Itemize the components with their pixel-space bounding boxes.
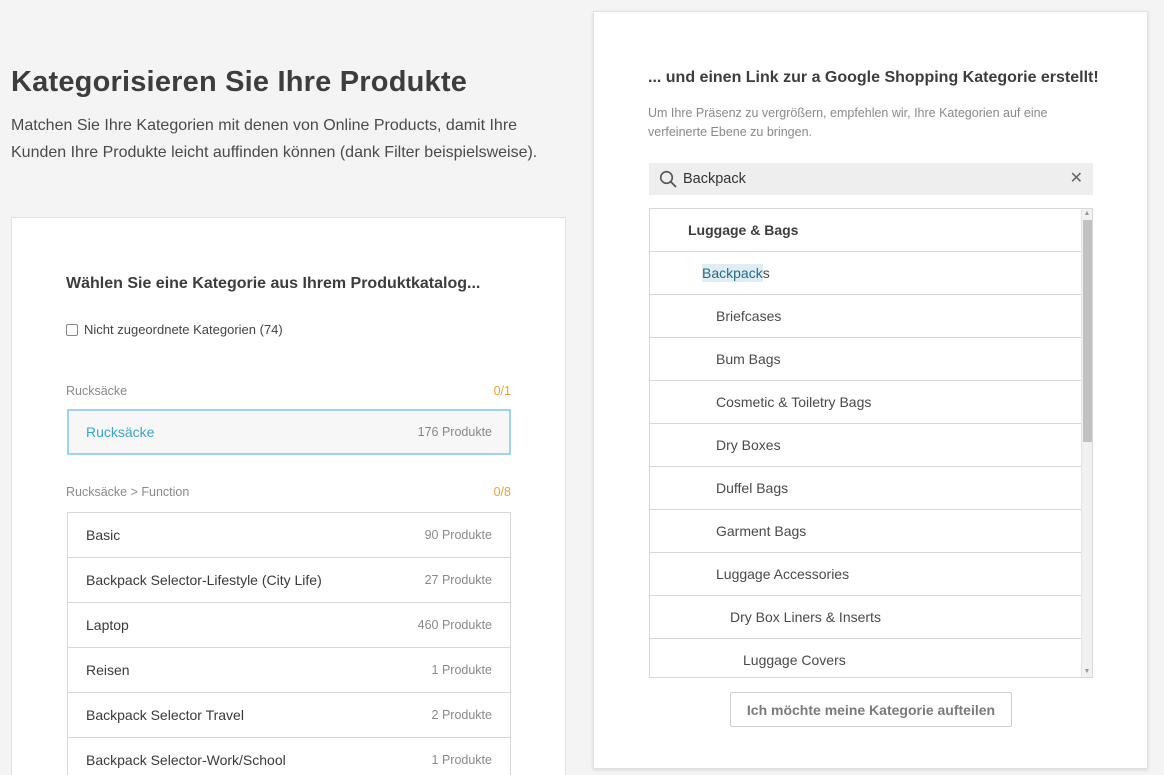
tree-item-label: Cosmetic & Toiletry Bags [716, 394, 872, 410]
category-name: Laptop [86, 617, 129, 633]
tree-item[interactable]: Dry Boxes [650, 424, 1083, 467]
group-label: Rucksäcke [66, 384, 128, 398]
category-product-count: 90 Produkte [424, 528, 492, 542]
tree-item[interactable]: Luggage & Bags [650, 209, 1083, 252]
page-description: Matchen Sie Ihre Kategorien mit denen vo… [11, 117, 538, 161]
unassigned-checkbox[interactable] [66, 323, 78, 336]
group-count: 0/1 [493, 384, 511, 398]
category-product-count: 1 Produkte [431, 663, 492, 677]
tree-item-label: Luggage Covers [743, 652, 846, 668]
google-category-tree[interactable]: Luggage & Bags Backpacks Briefcases Bum … [649, 208, 1093, 678]
tree-item-label: Garment Bags [716, 523, 807, 539]
tree-item[interactable]: Garment Bags [650, 510, 1083, 553]
category-name: Backpack Selector-Work/School [86, 752, 286, 768]
tree-item[interactable]: Luggage Covers [650, 639, 1083, 677]
scroll-thumb[interactable] [1083, 220, 1092, 442]
search-match-highlight: Backpack [702, 264, 763, 282]
category-item[interactable]: Backpack Selector-Work/School 1 Produkte [67, 738, 511, 775]
category-name: Basic [86, 527, 121, 543]
google-heading: ... und einen Link zur a Google Shopping… [648, 69, 1099, 86]
catalog-category-panel: Wählen Sie eine Kategorie aus Ihrem Prod… [11, 217, 566, 775]
category-product-count: 460 Produkte [417, 618, 492, 632]
close-icon[interactable]: ✕ [1070, 171, 1083, 187]
category-item[interactable]: Laptop 460 Produkte [67, 603, 511, 648]
tree-item-label: Luggage Accessories [716, 566, 850, 582]
tree-item-label: Bum Bags [716, 351, 781, 367]
category-item[interactable]: Backpack Selector-Lifestyle (City Life) … [67, 558, 511, 603]
selected-category-item[interactable]: Rucksäcke 176 Produkte [67, 409, 511, 455]
group-count: 0/8 [493, 485, 511, 499]
category-product-count: 176 Produkte [417, 425, 492, 439]
page-title: Kategorisieren Sie Ihre Produkte [11, 66, 468, 98]
category-name: Rucksäcke [86, 424, 155, 440]
tree-item-label: Luggage & Bags [688, 222, 799, 238]
tree-item[interactable]: Briefcases [650, 295, 1083, 338]
tree-item[interactable]: Duffel Bags [650, 467, 1083, 510]
category-name: Reisen [86, 662, 130, 678]
unassigned-filter[interactable]: Nicht zugeordnete Kategorien (74) [66, 322, 283, 337]
tree-item-label: Dry Box Liners & Inserts [730, 609, 881, 625]
search-input[interactable]: Backpack [683, 171, 1070, 187]
category-item[interactable]: Reisen 1 Produkte [67, 648, 511, 693]
group-label: Rucksäcke > Function [66, 485, 190, 499]
tree-item[interactable]: Dry Box Liners & Inserts [650, 596, 1083, 639]
search-icon [659, 170, 677, 188]
catalog-heading: Wählen Sie eine Kategorie aus Ihrem Prod… [66, 275, 481, 292]
tree-item[interactable]: Bum Bags [650, 338, 1083, 381]
category-item[interactable]: Backpack Selector Travel 2 Produkte [67, 693, 511, 738]
category-product-count: 1 Produkte [431, 753, 492, 767]
scroll-down-icon[interactable]: ▼ [1082, 667, 1092, 677]
tree-item[interactable]: Luggage Accessories [650, 553, 1083, 596]
category-product-count: 2 Produkte [431, 708, 492, 722]
google-description: Um Ihre Präsenz zu vergrößern, empfehlen… [648, 106, 1048, 139]
category-list: Basic 90 Produkte Backpack Selector-Life… [67, 512, 511, 775]
category-product-count: 27 Produkte [424, 573, 492, 587]
scroll-up-icon[interactable]: ▲ [1082, 209, 1092, 219]
group-header-function: Rucksäcke > Function 0/8 [66, 485, 511, 499]
tree-item[interactable]: Cosmetic & Toiletry Bags [650, 381, 1083, 424]
search-match-suffix: s [762, 265, 770, 281]
tree-item-label: Duffel Bags [716, 480, 789, 496]
tree-item-label: Dry Boxes [716, 437, 781, 453]
tree-item-label: Briefcases [716, 308, 782, 324]
tree-item[interactable]: Backpacks [650, 252, 1083, 295]
google-category-panel: ... und einen Link zur a Google Shopping… [593, 11, 1148, 769]
category-item[interactable]: Basic 90 Produkte [67, 513, 511, 558]
split-category-button[interactable]: Ich möchte meine Kategorie aufteilen [730, 692, 1012, 727]
group-header-rucksaecke: Rucksäcke 0/1 [66, 384, 511, 398]
category-name: Backpack Selector-Lifestyle (City Life) [86, 572, 322, 588]
category-search[interactable]: Backpack ✕ [649, 163, 1093, 195]
category-name: Backpack Selector Travel [86, 707, 244, 723]
unassigned-label: Nicht zugeordnete Kategorien (74) [84, 322, 283, 337]
tree-scrollbar[interactable]: ▲ ▼ [1081, 209, 1092, 677]
tree-item-label: Backpacks [702, 264, 770, 282]
